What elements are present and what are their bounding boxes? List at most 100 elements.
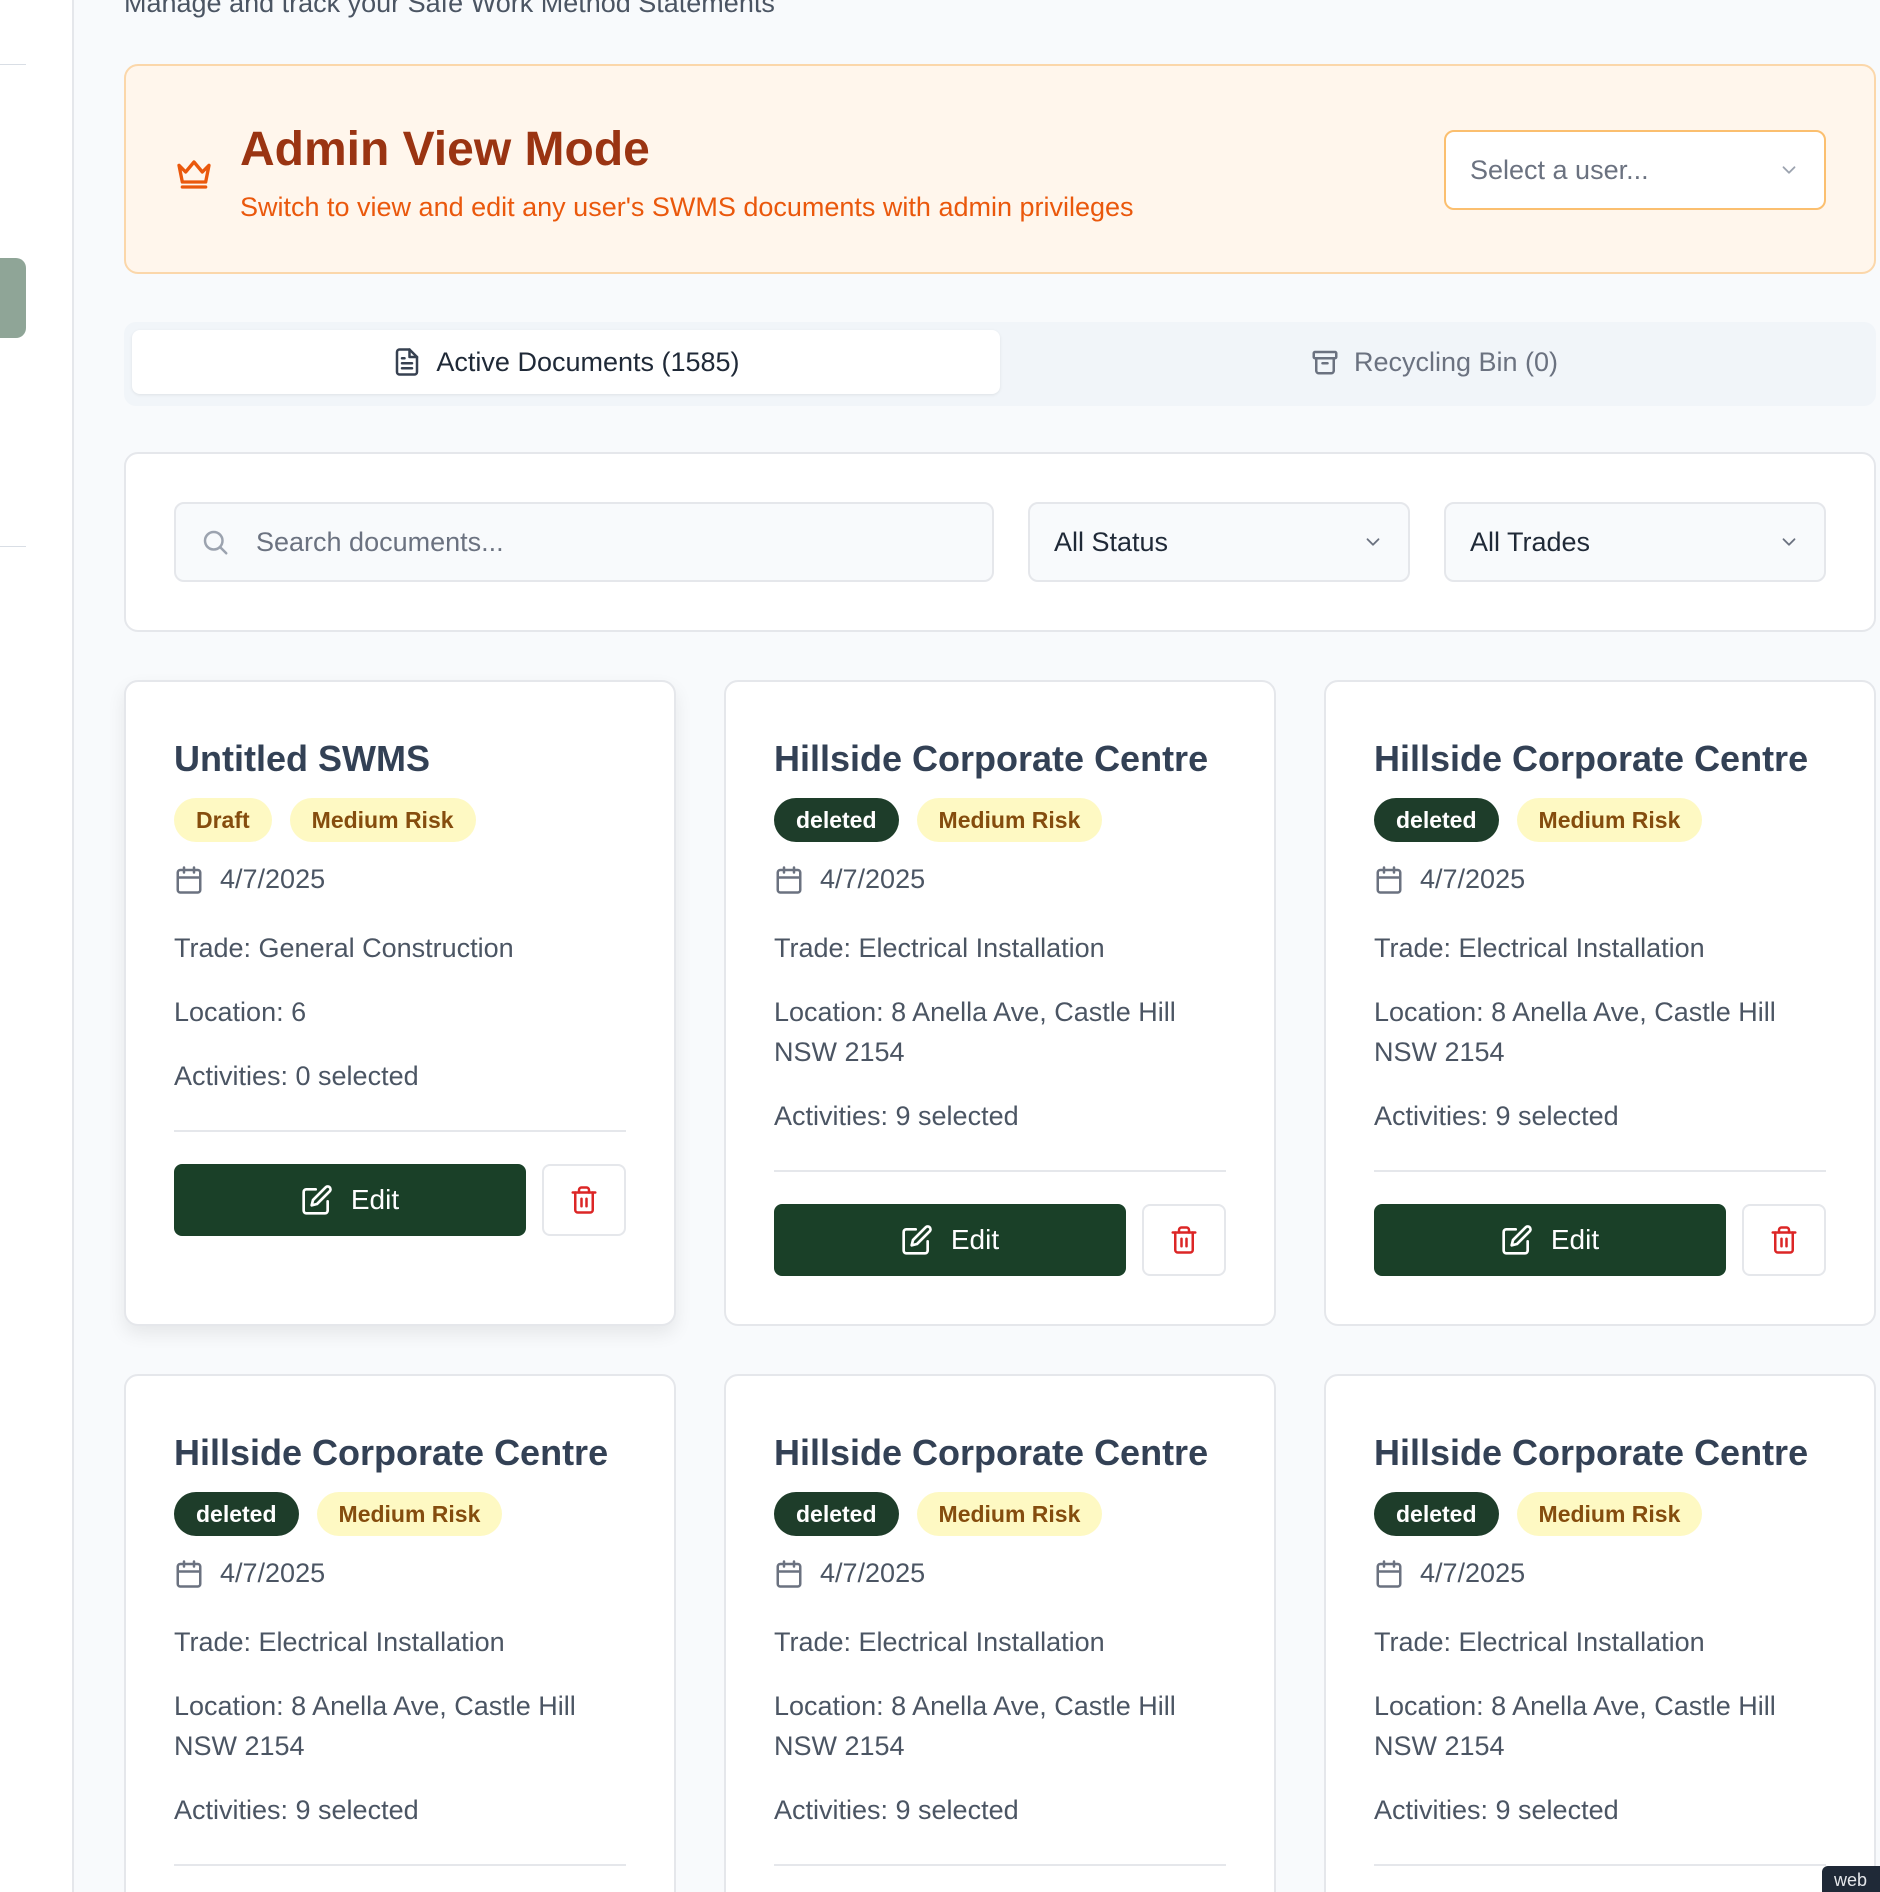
status-badge: deleted <box>174 1492 299 1536</box>
delete-button[interactable] <box>1142 1204 1226 1276</box>
card-title: Hillside Corporate Centre <box>1374 1432 1809 1473</box>
page-subtitle: Manage and track your Safe Work Method S… <box>124 0 775 18</box>
card-divider <box>774 1864 1226 1866</box>
edit-icon <box>302 1185 332 1215</box>
card-title: Hillside Corporate Centre <box>1374 738 1809 779</box>
risk-badge: Medium Risk <box>1516 1492 1703 1536</box>
calendar-icon <box>176 865 202 894</box>
card-date: 4/7/2025 <box>820 1558 926 1588</box>
risk-badge: Medium Risk <box>289 798 476 842</box>
sidebar-active-item[interactable] <box>0 258 26 338</box>
card-location: Location: 8 Anella Ave, Castle Hill NSW … <box>1374 1691 1776 1761</box>
status-filter-value: All Status <box>1054 526 1169 557</box>
edit-icon <box>902 1225 932 1255</box>
card-trade: Trade: Electrical Installation <box>774 1627 1105 1657</box>
sidebar <box>0 0 74 1892</box>
card-divider <box>1374 1864 1826 1866</box>
trades-filter-value: All Trades <box>1470 526 1591 557</box>
card-activities: Activities: 9 selected <box>774 1795 1019 1825</box>
risk-badge: Medium Risk <box>916 798 1103 842</box>
trades-filter-dropdown[interactable]: All Trades <box>1444 502 1826 582</box>
card-activities: Activities: 9 selected <box>774 1101 1019 1131</box>
archive-icon <box>1312 350 1338 375</box>
crown-icon <box>177 160 211 189</box>
document-icon <box>396 348 419 376</box>
admin-title: Admin View Mode <box>240 123 650 176</box>
user-select-dropdown[interactable]: Select a user... <box>1444 130 1826 210</box>
calendar-icon <box>1376 865 1402 894</box>
risk-badge: Medium Risk <box>916 1492 1103 1536</box>
card-location: Location: 6 <box>174 997 307 1027</box>
sidebar-divider <box>0 546 26 547</box>
card-location: Location: 8 Anella Ave, Castle Hill NSW … <box>774 1691 1176 1761</box>
tab-active-label: Active Documents (1585) <box>436 346 740 377</box>
card-location: Location: 8 Anella Ave, Castle Hill NSW … <box>174 1691 576 1761</box>
calendar-icon <box>776 865 802 894</box>
tab-recycling-bin[interactable]: Recycling Bin (0) <box>1000 330 1868 394</box>
card-date: 4/7/2025 <box>820 864 926 894</box>
card-date: 4/7/2025 <box>1420 864 1526 894</box>
delete-button[interactable] <box>1742 1204 1826 1276</box>
chevron-down-icon <box>1782 538 1796 546</box>
card-date: 4/7/2025 <box>220 1558 326 1588</box>
trash-icon <box>1171 1226 1197 1254</box>
user-select-placeholder: Select a user... <box>1470 154 1649 185</box>
card-title: Hillside Corporate Centre <box>174 1432 609 1473</box>
risk-badge: Medium Risk <box>1516 798 1703 842</box>
calendar-icon <box>1376 1559 1402 1588</box>
card-divider <box>1374 1170 1826 1172</box>
calendar-icon <box>776 1559 802 1588</box>
document-card[interactable]: Untitled SWMS Draft Medium Risk 4/7/2025… <box>124 680 676 1326</box>
card-trade: Trade: General Construction <box>174 933 514 963</box>
calendar-icon <box>176 1559 202 1588</box>
status-filter-dropdown[interactable]: All Status <box>1028 502 1410 582</box>
search-icon <box>203 530 228 555</box>
delete-button[interactable] <box>542 1164 626 1236</box>
card-activities: Activities: 9 selected <box>1374 1795 1619 1825</box>
document-card[interactable]: Hillside Corporate Centre deleted Medium… <box>124 1374 676 1892</box>
edit-button-label: Edit <box>1550 1224 1600 1255</box>
chevron-down-icon <box>1782 166 1796 174</box>
card-activities: Activities: 0 selected <box>174 1061 419 1091</box>
edit-button-label: Edit <box>950 1224 1000 1255</box>
card-trade: Trade: Electrical Installation <box>174 1627 505 1657</box>
card-divider <box>174 1130 626 1132</box>
main-content: Manage and track your Safe Work Method S… <box>124 0 1880 1892</box>
card-trade: Trade: Electrical Installation <box>774 933 1105 963</box>
card-title: Hillside Corporate Centre <box>774 738 1209 779</box>
edit-button-label: Edit <box>350 1184 400 1215</box>
card-trade: Trade: Electrical Installation <box>1374 933 1705 963</box>
card-activities: Activities: 9 selected <box>174 1795 419 1825</box>
edit-button[interactable]: Edit <box>774 1204 1126 1276</box>
edit-icon <box>1502 1225 1532 1255</box>
card-date: 4/7/2025 <box>220 864 326 894</box>
document-card[interactable]: Hillside Corporate Centre deleted Medium… <box>724 1374 1276 1892</box>
search-field[interactable] <box>174 502 994 582</box>
trash-icon <box>571 1186 597 1214</box>
filter-panel: All Status All Trades <box>124 452 1876 632</box>
card-date: 4/7/2025 <box>1420 1558 1526 1588</box>
status-badge: deleted <box>1374 798 1499 842</box>
card-divider <box>174 1864 626 1866</box>
card-title: Untitled SWMS <box>174 738 430 779</box>
search-input[interactable] <box>256 526 956 558</box>
edit-button[interactable]: Edit <box>174 1164 526 1236</box>
trash-icon <box>1771 1226 1797 1254</box>
tab-bin-label: Recycling Bin (0) <box>1353 346 1559 377</box>
status-badge: deleted <box>774 1492 899 1536</box>
document-card[interactable]: Hillside Corporate Centre deleted Medium… <box>1324 680 1876 1326</box>
risk-badge: Medium Risk <box>316 1492 503 1536</box>
document-card[interactable]: Hillside Corporate Centre deleted Medium… <box>724 680 1276 1326</box>
card-divider <box>774 1170 1226 1172</box>
status-badge: deleted <box>1374 1492 1499 1536</box>
document-tabs: Active Documents (1585) Recycling Bin (0… <box>124 322 1876 406</box>
card-trade: Trade: Electrical Installation <box>1374 1627 1705 1657</box>
edit-button[interactable]: Edit <box>1374 1204 1726 1276</box>
card-location: Location: 8 Anella Ave, Castle Hill NSW … <box>774 997 1176 1067</box>
status-badge: deleted <box>774 798 899 842</box>
sidebar-divider <box>0 64 26 65</box>
admin-description: Switch to view and edit any user's SWMS … <box>240 192 1134 222</box>
card-location: Location: 8 Anella Ave, Castle Hill NSW … <box>1374 997 1776 1067</box>
document-card[interactable]: Hillside Corporate Centre deleted Medium… <box>1324 1374 1876 1892</box>
tab-active-documents[interactable]: Active Documents (1585) <box>132 330 1000 394</box>
